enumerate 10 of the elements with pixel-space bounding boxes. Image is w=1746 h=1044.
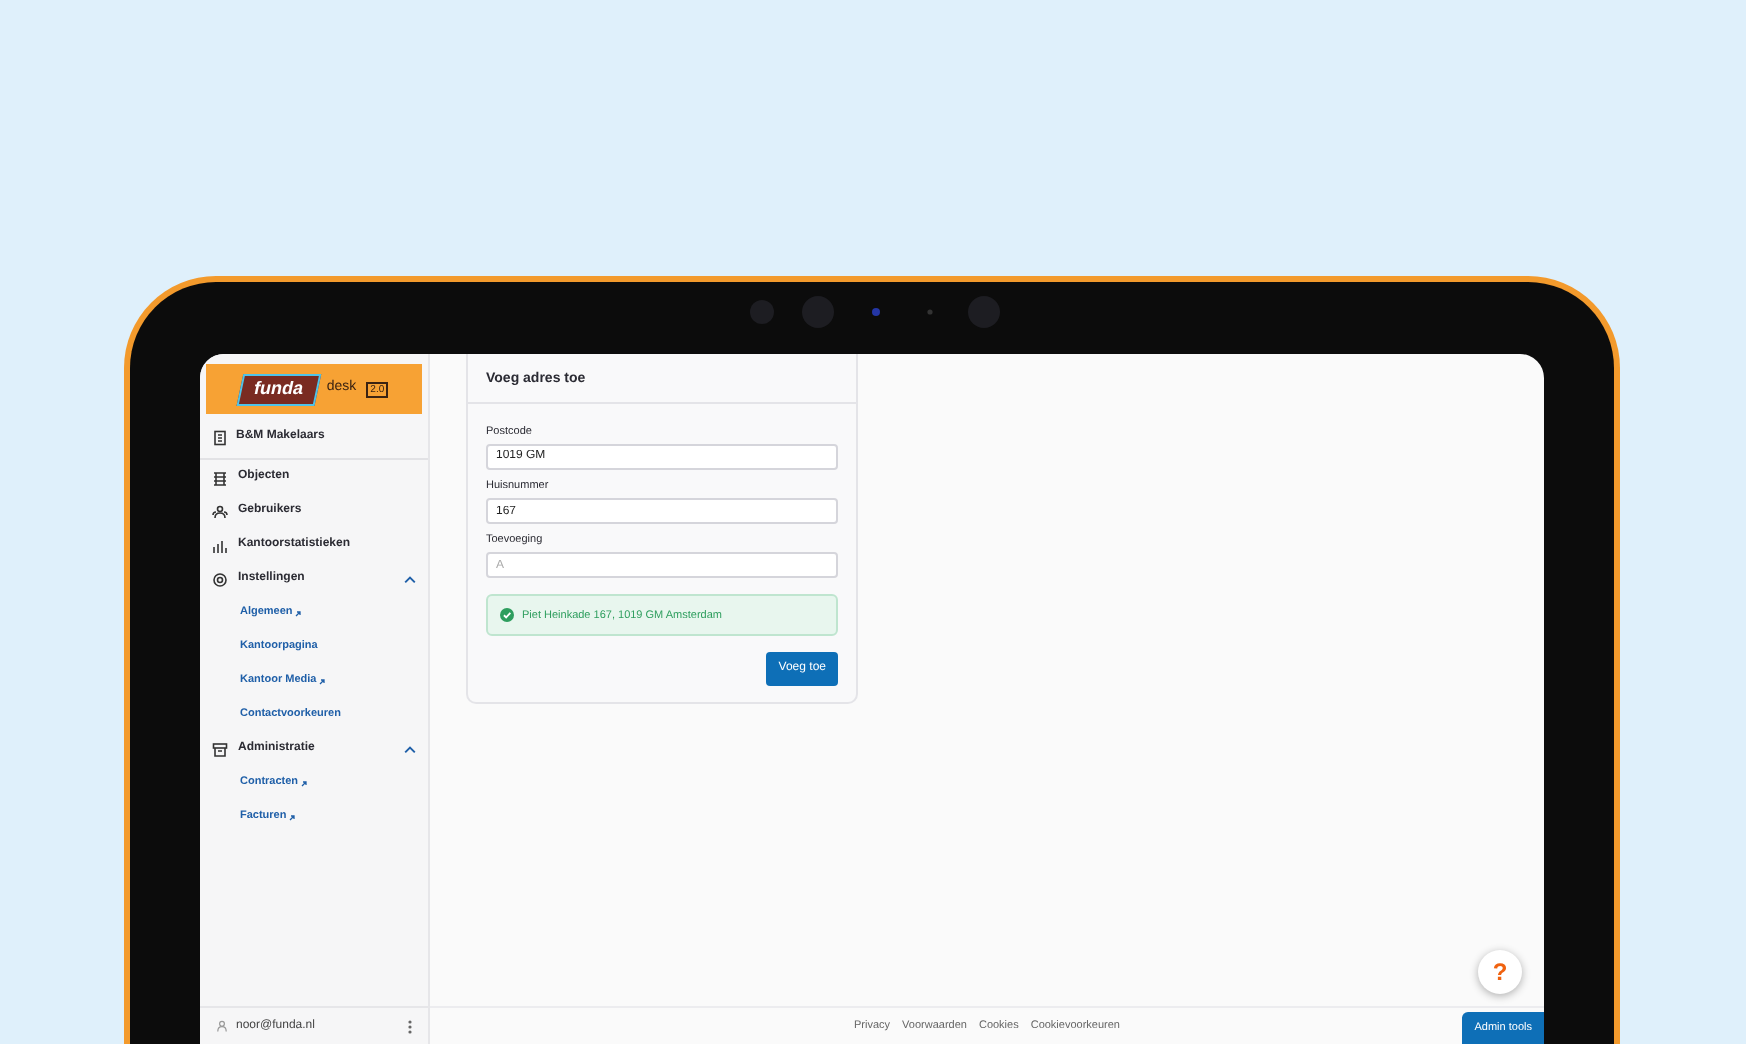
check-circle-icon [500, 608, 514, 623]
archive-icon [212, 741, 228, 757]
users-icon [212, 503, 228, 519]
help-button[interactable]: ? [1478, 950, 1522, 994]
brand-logo: funda [236, 373, 321, 405]
bar-chart-icon [212, 537, 228, 553]
office-icon [212, 429, 228, 445]
user-icon [216, 1020, 228, 1032]
chevron-icon [404, 575, 416, 583]
chevron-icon [404, 745, 416, 753]
